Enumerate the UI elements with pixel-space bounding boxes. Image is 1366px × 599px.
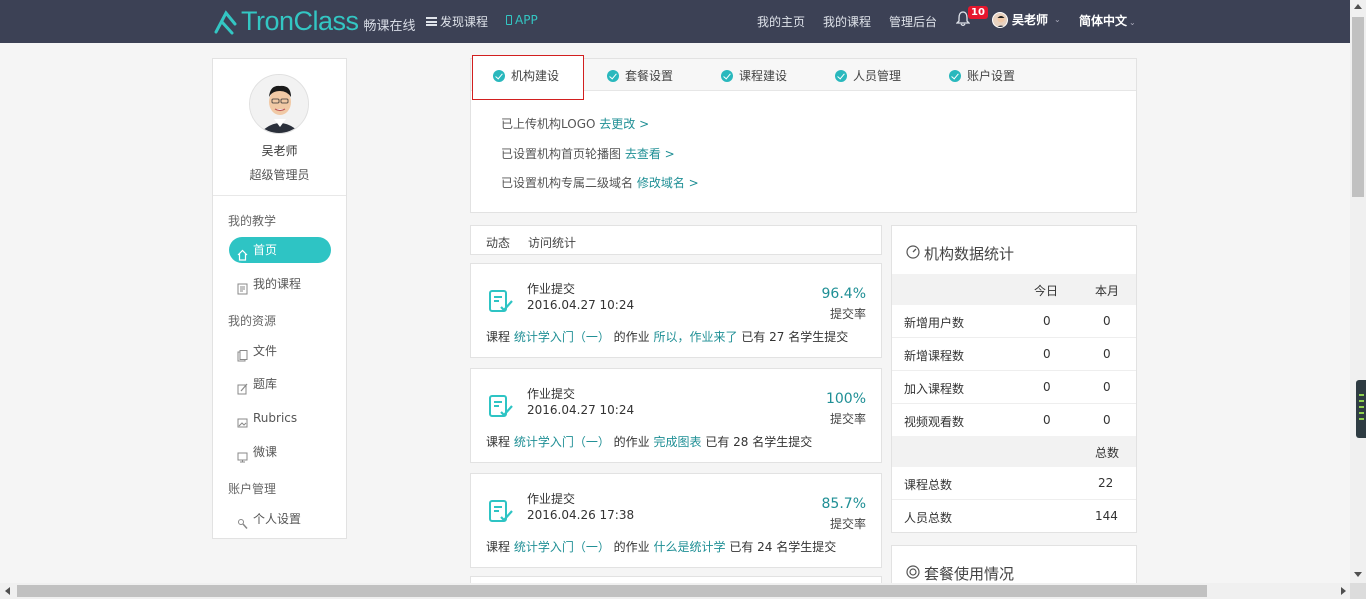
section-my-resources: 我的资源	[228, 314, 277, 328]
logo-text: TronClass	[241, 6, 359, 36]
side-widget[interactable]	[1356, 380, 1366, 438]
homework-link[interactable]: 什么是统计学	[653, 540, 725, 554]
nav-app[interactable]: APP	[506, 13, 538, 27]
tab-people-management[interactable]: 人员管理	[835, 67, 901, 84]
file-icon	[237, 345, 248, 362]
list-item: 作业提交 2016.04.27 10:24 96.4% 提交率 课程 统计学入门…	[470, 263, 882, 358]
table-row: 加入课程数 0 0	[892, 371, 1136, 404]
edit-icon	[237, 378, 248, 395]
list-item: 作业提交 2016.04.26 17:38 85.7% 提交率 课程 统计学入门…	[470, 473, 882, 568]
sidebar-item-files[interactable]: 文件	[229, 338, 331, 364]
list-item: 作业提交 2016.04.27 10:24 100% 提交率 课程 统计学入门（…	[470, 368, 882, 463]
table-row: 课程总数 22	[892, 467, 1136, 500]
course-link[interactable]: 统计学入门（一）	[514, 435, 610, 449]
table-row: 新增课程数 0 0	[892, 338, 1136, 371]
pie-chart-icon	[906, 564, 920, 583]
course-link[interactable]: 统计学入门（一）	[514, 540, 610, 554]
link-view-carousel[interactable]: 去查看 >	[625, 147, 675, 161]
section-account-management: 账户管理	[228, 482, 277, 496]
gauge-icon	[906, 244, 920, 263]
profile-name: 吴老师	[261, 144, 298, 158]
stats-header-row: 今日 本月	[892, 274, 1136, 305]
homework-link[interactable]: 完成图表	[653, 435, 701, 449]
check-circle-icon	[607, 69, 619, 82]
tab-org-build[interactable]: 机构建设	[493, 67, 559, 84]
scrollbar-thumb[interactable]	[17, 585, 1207, 597]
org-stats-panel: 机构数据统计 今日 本月 新增用户数 0 0 新增课程数 0 0 加入课程数 0…	[891, 225, 1137, 533]
link-change-logo[interactable]: 去更改 >	[599, 117, 649, 131]
language-selector[interactable]: 简体中文 ⌄	[1079, 12, 1136, 29]
activity-tabs: 动态 访问统计	[470, 225, 882, 255]
homework-icon	[488, 288, 514, 314]
profile-avatar[interactable]	[249, 74, 309, 134]
nav-my-home[interactable]: 我的主页	[757, 13, 805, 30]
homework-icon	[488, 498, 514, 524]
scroll-right-icon[interactable]	[1341, 587, 1346, 595]
submission-rate: 85.7%	[821, 496, 866, 512]
sidebar-item-home[interactable]: 首页	[229, 237, 331, 263]
scrollbar-corner	[1350, 583, 1366, 599]
avatar	[992, 11, 1008, 28]
top-nav-bar: TronClass 畅课在线 发现课程 APP 我的主页 我的课程 管理后台 1…	[0, 0, 1350, 43]
chevron-down-icon: ⌄	[1054, 15, 1061, 24]
tronclass-logo-icon	[213, 8, 239, 36]
task-logo: 已上传机构LOGO 去更改 >	[501, 117, 650, 131]
tab-account-settings[interactable]: 账户设置	[949, 67, 1015, 84]
check-circle-icon	[721, 69, 733, 82]
logo-subtitle: 畅课在线	[363, 19, 416, 34]
vertical-scrollbar[interactable]	[1350, 0, 1366, 583]
stats-title: 机构数据统计	[906, 243, 1014, 264]
task-domain: 已设置机构专属二级域名 修改域名 >	[501, 176, 699, 190]
setup-card: 机构建设 套餐设置 课程建设 人员管理 账户设置 已上传机构LOGO 去更改 >…	[470, 55, 1137, 213]
package-usage-panel: 套餐使用情况	[891, 545, 1137, 585]
divider	[213, 195, 346, 196]
check-circle-icon	[949, 69, 961, 82]
left-sidebar: 吴老师 超级管理员 我的教学 首页 我的课程 我的资源 文件 题库 Rubric…	[212, 58, 347, 539]
section-my-teaching: 我的教学	[228, 214, 277, 228]
tab-visit-stats[interactable]: 访问统计	[528, 234, 576, 251]
nav-discover-courses[interactable]: 发现课程	[426, 13, 488, 30]
sidebar-item-personal-settings[interactable]: 个人设置	[229, 506, 331, 532]
tab-course-build[interactable]: 课程建设	[721, 67, 787, 84]
sidebar-item-courses[interactable]: 我的课程	[229, 271, 331, 297]
homework-icon	[488, 393, 514, 419]
course-link[interactable]: 统计学入门（一）	[514, 330, 610, 344]
document-icon	[237, 278, 248, 295]
home-icon	[237, 244, 248, 261]
image-icon	[237, 412, 248, 428]
logo[interactable]: TronClass 畅课在线	[213, 6, 416, 37]
user-menu[interactable]: 吴老师 ⌄	[992, 11, 1061, 28]
stats-total-header: 总数	[892, 436, 1136, 467]
scroll-up-icon[interactable]	[1354, 4, 1362, 9]
phone-icon	[506, 15, 512, 25]
submission-rate: 100%	[825, 391, 866, 407]
nav-admin[interactable]: 管理后台	[889, 13, 937, 30]
check-circle-icon	[835, 69, 847, 82]
profile-role: 超级管理员	[249, 168, 310, 182]
sidebar-item-rubrics[interactable]: Rubrics	[229, 405, 331, 431]
wrench-icon	[237, 513, 248, 529]
submission-rate: 96.4%	[821, 286, 866, 302]
scroll-down-icon[interactable]	[1354, 572, 1362, 577]
notification-badge: 10	[968, 6, 988, 19]
menu-icon	[426, 17, 437, 26]
homework-link[interactable]: 所以，作业来了	[653, 330, 737, 344]
setup-tabbar: 机构建设 套餐设置 课程建设 人员管理 账户设置	[471, 55, 1136, 100]
tab-package-settings[interactable]: 套餐设置	[607, 67, 673, 84]
table-row: 人员总数 144	[904, 509, 1118, 525]
video-icon	[237, 446, 248, 463]
task-carousel: 已设置机构首页轮播图 去查看 >	[501, 147, 675, 161]
chevron-down-icon: ⌄	[1129, 18, 1136, 27]
scroll-left-icon[interactable]	[5, 587, 10, 595]
link-edit-domain[interactable]: 修改域名 >	[637, 176, 699, 190]
horizontal-scrollbar[interactable]	[0, 583, 1366, 599]
table-row: 新增用户数 0 0	[892, 305, 1136, 338]
check-circle-icon	[493, 69, 505, 82]
table-row: 视频观看数 0 0	[904, 413, 1111, 429]
scrollbar-thumb[interactable]	[1352, 17, 1364, 197]
sidebar-item-micro-lecture[interactable]: 微课	[229, 439, 331, 465]
tab-activity[interactable]: 动态	[486, 234, 510, 251]
nav-my-courses[interactable]: 我的课程	[823, 13, 871, 30]
sidebar-item-question-bank[interactable]: 题库	[229, 371, 331, 397]
